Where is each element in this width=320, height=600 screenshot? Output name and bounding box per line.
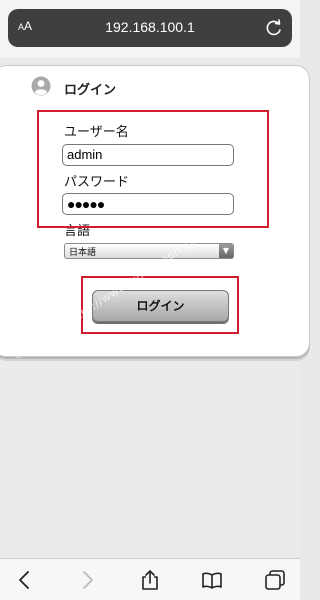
address-bar[interactable]: AA 192.168.100.1: [8, 9, 292, 47]
chevron-down-icon[interactable]: ▼: [219, 244, 233, 258]
reload-icon[interactable]: [264, 18, 284, 38]
share-icon[interactable]: [139, 569, 161, 591]
user-icon: [31, 76, 51, 96]
browser-toolbar: [0, 558, 300, 600]
back-icon[interactable]: [14, 569, 36, 591]
browser-topbar: AA 192.168.100.1: [0, 0, 300, 58]
tabs-icon[interactable]: [264, 569, 286, 591]
language-select[interactable]: 日本語 ▼: [64, 243, 234, 259]
bookmarks-icon[interactable]: [201, 569, 223, 591]
forward-icon[interactable]: [76, 569, 98, 591]
page-title: ログイン: [64, 83, 117, 98]
language-selected-value: 日本語: [69, 248, 97, 258]
url-text[interactable]: 192.168.100.1: [8, 19, 292, 35]
